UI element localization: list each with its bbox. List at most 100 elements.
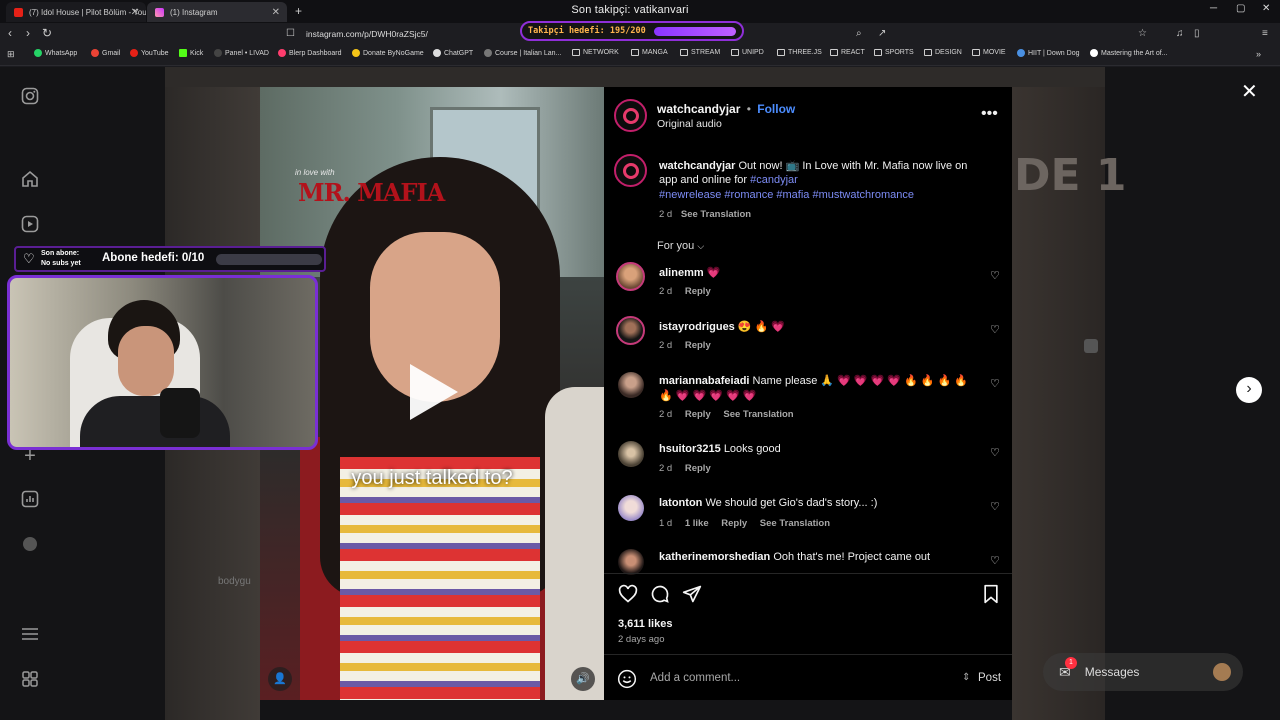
share-button[interactable] [682, 584, 702, 609]
user-icon[interactable]: 👤 [268, 667, 292, 691]
minimize-button[interactable]: ─ [1210, 3, 1217, 14]
bookmark-gmail[interactable]: Gmail [91, 49, 120, 57]
stats-icon[interactable] [20, 490, 40, 510]
comment-input[interactable]: Add a comment... [650, 672, 740, 684]
comment-username[interactable]: alinemm [659, 267, 704, 279]
more-icon[interactable]: ••• [981, 105, 998, 123]
folder-icon [777, 49, 785, 56]
audio-label[interactable]: Original audio [657, 118, 722, 130]
messages-button[interactable]: ✉ 1 Messages [1043, 653, 1243, 691]
comment-avatar[interactable] [616, 316, 645, 345]
bookmark-mastering[interactable]: Mastering the Art of... [1090, 49, 1168, 57]
grid-icon[interactable] [20, 670, 40, 690]
instagram-icon[interactable] [20, 87, 40, 107]
like-button[interactable] [618, 584, 638, 609]
close-window-button[interactable]: ✕ [1262, 3, 1270, 14]
bookmark-whatsapp[interactable]: WhatsApp [34, 49, 77, 57]
reply-button[interactable]: Reply [721, 518, 747, 529]
reply-button[interactable]: Reply [685, 409, 711, 420]
comment-likes[interactable]: 1 like [685, 518, 709, 529]
reels-icon[interactable] [20, 215, 40, 235]
folder-react[interactable]: REACT [830, 49, 865, 56]
comment-username[interactable]: latonton [659, 497, 702, 509]
zoom-icon[interactable]: ⌕ [856, 28, 862, 39]
apps-icon[interactable]: ⊞ [7, 49, 15, 60]
folder-design[interactable]: DESIGN [924, 49, 962, 56]
post-comment-button[interactable]: Post [978, 672, 1001, 684]
folder-movie[interactable]: MOVIE [972, 49, 1006, 56]
close-icon[interactable]: ✕ [1241, 79, 1258, 104]
comment-avatar[interactable] [618, 549, 644, 575]
next-arrow-icon[interactable]: › [1236, 377, 1262, 403]
post-avatar[interactable] [614, 99, 647, 132]
menu-icon[interactable] [20, 625, 40, 645]
sort-dropdown[interactable]: For you ⌵ [657, 240, 704, 252]
caption-avatar[interactable] [614, 154, 647, 187]
heart-icon[interactable]: ♡ [990, 446, 1000, 459]
folder-icon [572, 49, 580, 56]
comment-text-line-2: 🔥 💗 💗 💗 💗 💗 [659, 390, 757, 402]
comment-avatar[interactable] [618, 441, 644, 467]
home-icon[interactable] [20, 170, 40, 190]
reload-icon[interactable]: ↻ [42, 26, 52, 40]
heart-icon[interactable]: ♡ [990, 323, 1000, 336]
forward-icon[interactable]: › [26, 26, 30, 40]
comment-avatar[interactable] [618, 495, 644, 521]
more-bookmarks-icon[interactable]: » [1256, 49, 1261, 59]
settings-icon[interactable]: ≡ [1262, 28, 1268, 39]
maximize-button[interactable]: ▢ [1236, 3, 1245, 14]
candyjar-logo-icon [622, 162, 639, 179]
bookmark-donate[interactable]: Donate ByNoGame [352, 49, 424, 57]
comment-username[interactable]: istayrodrigues [659, 321, 735, 333]
star-icon[interactable]: ☆ [1138, 28, 1147, 39]
heart-icon[interactable]: ♡ [990, 269, 1000, 282]
caption-username[interactable]: watchcandyjar [659, 160, 735, 172]
see-translation-link[interactable]: See Translation [681, 209, 751, 220]
likes-count[interactable]: 3,611 likes [618, 618, 672, 630]
address-bar[interactable]: instagram.com/p/DWH0raZSjc5/ [306, 26, 506, 42]
comment-username[interactable]: katherinemorshedian [659, 551, 770, 563]
share-page-icon[interactable]: ↗ [878, 28, 886, 39]
sidebar-icon[interactable]: ▯ [1194, 28, 1200, 39]
comment-username[interactable]: mariannabafeiadi [659, 375, 749, 387]
comment-avatar[interactable] [618, 372, 644, 398]
comment-username[interactable]: hsuitor3215 [659, 443, 721, 455]
comment-avatar[interactable] [616, 262, 645, 291]
folder-network[interactable]: NETWORK [572, 49, 619, 56]
bookmark-panel[interactable]: Panel • LIVAD [214, 49, 269, 57]
bookmark-blerp[interactable]: Blerp Dashboard [278, 49, 342, 57]
comment-button[interactable] [650, 584, 670, 609]
follow-button[interactable]: Follow [757, 102, 795, 116]
comment-text: Looks good [723, 443, 781, 455]
folder-manga[interactable]: MANGA [631, 49, 668, 56]
bookmark-hiit[interactable]: HIIT | Down Dog [1017, 49, 1080, 57]
bookmark-kick[interactable]: Kick [179, 49, 203, 57]
bookmark-chatgpt[interactable]: ChatGPT [433, 49, 473, 57]
folder-sports[interactable]: SPORTS [874, 49, 914, 56]
reply-button[interactable]: Reply [685, 463, 711, 474]
volume-icon[interactable]: 🔊 [571, 667, 595, 691]
comment-line: alinemm 💗 [659, 266, 720, 279]
play-icon[interactable] [410, 364, 458, 420]
reply-button[interactable]: Reply [685, 286, 711, 297]
see-translation-link[interactable]: See Translation [760, 518, 830, 529]
heart-icon[interactable]: ♡ [990, 377, 1000, 390]
hashtag-link[interactable]: #candyjar [750, 174, 798, 186]
reply-button[interactable]: Reply [685, 340, 711, 351]
save-button[interactable] [981, 584, 1001, 609]
bookmark-page-icon[interactable]: ☐ [286, 28, 295, 39]
back-icon[interactable]: ‹ [8, 26, 12, 40]
folder-stream[interactable]: STREAM [680, 49, 720, 56]
heart-icon[interactable]: ♡ [990, 554, 1000, 567]
folder-unipd[interactable]: UNIPD [731, 49, 764, 56]
bookmark-youtube[interactable]: YouTube [130, 49, 169, 57]
caption-hashtags[interactable]: #newrelease #romance #mafia #mustwatchro… [659, 189, 914, 201]
folder-threejs[interactable]: THREE.JS [777, 49, 822, 56]
bookmark-course[interactable]: Course | Italian Lan... [484, 49, 561, 57]
see-translation-link[interactable]: See Translation [723, 409, 793, 420]
post-username[interactable]: watchcandyjar [657, 102, 740, 116]
heart-icon[interactable]: ♡ [990, 500, 1000, 513]
extensions-icon[interactable]: ♫ [1176, 28, 1184, 39]
profile-icon[interactable] [20, 535, 40, 555]
emoji-icon[interactable] [617, 669, 637, 694]
